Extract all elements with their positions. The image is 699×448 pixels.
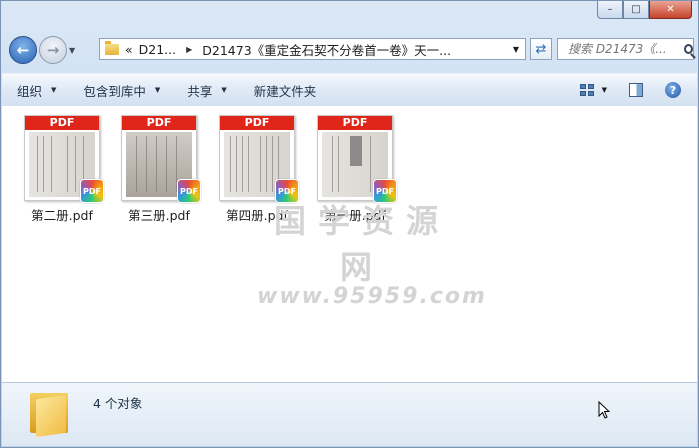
pdf-thumbnail: PDF PDF [121,115,201,203]
organize-button[interactable]: 组织 ▼ [2,74,68,106]
command-bar: 组织 ▼ 包含到库中 ▼ 共享 ▼ 新建文件夹 ▼ ? [2,73,697,107]
pdf-band-label: PDF [122,116,196,130]
file-name: 第三册.pdf [128,208,190,223]
command-bar-right: ▼ ? [579,82,697,98]
watermark-title: 国学资源网 [273,202,450,286]
pdf-app-icon: PDF [177,179,201,203]
refresh-button[interactable]: ⇄ [530,38,552,60]
pdf-band-label: PDF [25,116,99,130]
maximize-button[interactable]: □ [623,1,649,19]
preview-pane-icon[interactable] [629,83,643,97]
caption-buttons: – □ ✕ [597,1,692,19]
minimize-button[interactable]: – [597,1,623,19]
chevron-down-icon: ▼ [51,86,57,94]
refresh-icon: ⇄ [535,41,547,57]
address-bar[interactable]: « D21... ▶ D21473《重定金石契不分卷首一卷》天一... ▼ [99,38,526,60]
file-item[interactable]: PDF PDF 第三册.pdf [119,115,201,224]
new-folder-label: 新建文件夹 [253,83,317,99]
chevron-down-icon: ▼ [154,86,161,94]
forward-arrow-icon: → [46,41,60,59]
chevron-down-icon: ▼ [221,86,227,94]
forward-button[interactable]: → [39,36,67,64]
back-button[interactable]: ← [9,36,37,64]
pdf-band-label: PDF [318,116,392,130]
folder-icon [30,391,68,438]
address-dropdown-button[interactable]: ▼ [513,45,519,54]
explorer-window: – □ ✕ ← → ▼ « D21... ▶ D21473《重定金石契不分卷首一… [0,0,699,448]
close-button[interactable]: ✕ [649,1,692,19]
breadcrumb-item-parent[interactable]: D21... [139,42,176,57]
file-name: 第二册.pdf [31,208,93,223]
item-count: 4 个对象 [93,396,143,411]
pdf-thumbnail: PDF PDF [317,115,397,203]
folder-icon [105,40,119,55]
file-list-view[interactable]: PDF PDF 第二册.pdf PDF PDF 第三册.pdf PDF PDF … [2,106,697,382]
search-icon[interactable] [684,44,693,54]
pdf-band-label: PDF [220,116,294,130]
view-options-dropdown[interactable]: ▼ [602,86,607,94]
include-in-library-label: 包含到库中 [83,83,146,99]
mouse-cursor-icon [598,400,611,422]
pdf-thumbnail: PDF PDF [219,115,299,203]
watermark: 国学资源网 www.95959.com [257,196,487,309]
share-button[interactable]: 共享 ▼ [172,74,238,106]
file-item[interactable]: PDF PDF 第二册.pdf [22,115,104,224]
pdf-thumbnail: PDF PDF [24,115,104,203]
breadcrumb-separator-icon[interactable]: ▶ [186,45,192,54]
breadcrumb-item-current[interactable]: D21473《重定金石契不分卷首一卷》天一... [202,40,451,59]
recent-pages-dropdown[interactable]: ▼ [69,46,79,55]
new-folder-button[interactable]: 新建文件夹 [239,74,329,106]
change-view-icon[interactable] [579,84,594,96]
search-input[interactable] [558,41,680,57]
share-label: 共享 [187,83,213,99]
include-in-library-button[interactable]: 包含到库中 ▼ [68,74,172,106]
help-icon[interactable]: ? [665,82,681,98]
pdf-app-icon: PDF [80,179,104,203]
navigation-bar: ← → ▼ « D21... ▶ D21473《重定金石契不分卷首一卷》天一..… [9,35,694,65]
search-box[interactable] [557,38,694,60]
organize-label: 组织 [17,83,43,99]
watermark-url: www.95959.com [257,284,487,309]
back-arrow-icon: ← [16,41,30,59]
details-pane: 4 个对象 [2,382,697,446]
breadcrumb-overflow[interactable]: « [125,42,133,57]
